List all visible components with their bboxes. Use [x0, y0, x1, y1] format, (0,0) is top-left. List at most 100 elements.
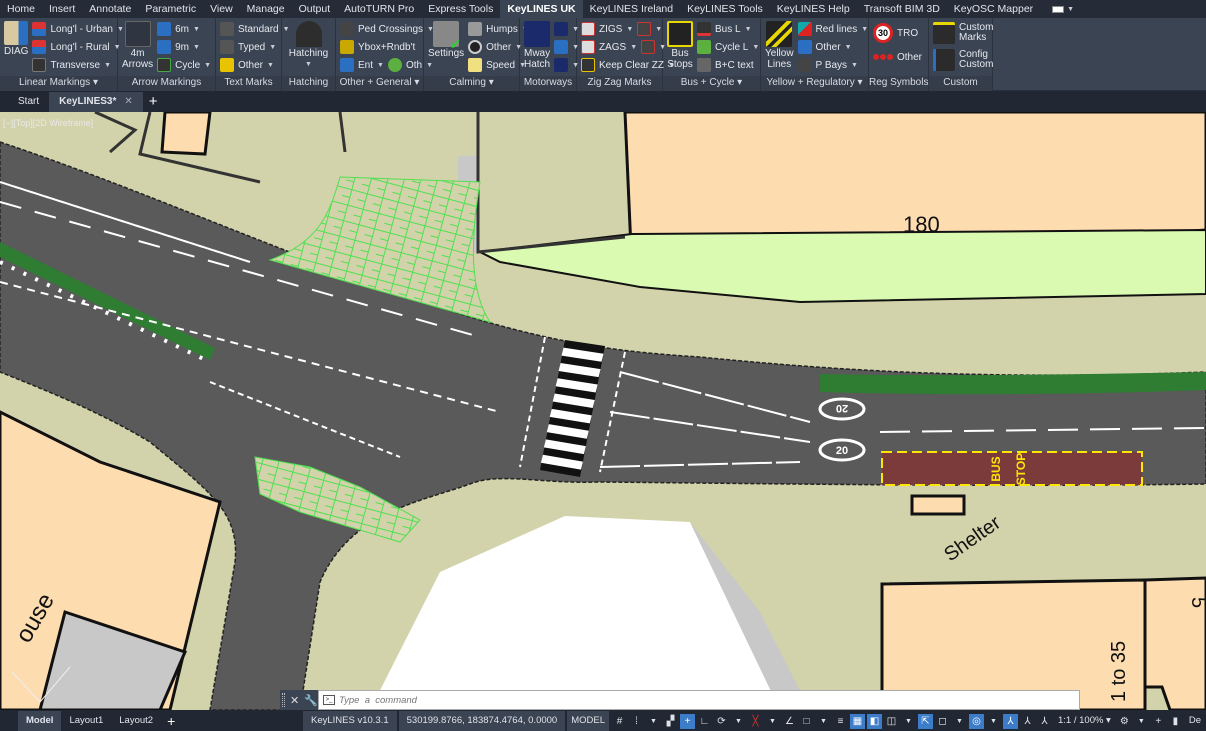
chevron-down-icon[interactable]: ▼ — [901, 714, 916, 729]
model-space-button[interactable]: MODEL — [567, 711, 609, 731]
annotation-scale-dropdown[interactable]: 1:1 / 100% ▾ — [1053, 711, 1116, 731]
selection-cycling-icon[interactable]: ◧ — [867, 713, 882, 729]
keep-clear-zz-button[interactable]: Keep Clear ZZ ▼ — [581, 57, 675, 73]
gear-icon[interactable]: ⚙ — [1117, 714, 1132, 729]
4m-arrows-button[interactable]: 4m Arrows — [122, 21, 153, 70]
polar-tracking-icon[interactable]: ⟳ — [714, 714, 729, 729]
annotation-scale-icon[interactable]: ⅄ — [1037, 714, 1052, 729]
6m-button[interactable]: 6m ▼ — [157, 21, 211, 37]
9m-button[interactable]: 9m ▼ — [157, 39, 211, 55]
transverse-button[interactable]: Transverse ▼ — [32, 57, 123, 73]
chevron-down-icon[interactable]: ▼ — [646, 714, 661, 729]
tab-keylines-uk[interactable]: KeyLINES UK — [500, 0, 583, 18]
p-bays-button[interactable]: P Bays ▼ — [797, 57, 869, 73]
tab-output[interactable]: Output — [292, 0, 338, 18]
close-icon[interactable]: ✕ — [290, 694, 299, 707]
other-text-button[interactable]: Other ▼ — [220, 57, 290, 73]
tab-autoturn-pro[interactable]: AutoTURN Pro — [337, 0, 421, 18]
ybox-rndbt-button[interactable]: Ybox+Rndb't — [340, 39, 434, 55]
command-prompt-icon[interactable]: >_ — [323, 695, 335, 705]
dynamic-input-icon[interactable]: + — [680, 713, 695, 729]
tab-manage[interactable]: Manage — [240, 0, 292, 18]
standard-text-button[interactable]: Standard ▼ — [220, 21, 290, 37]
panel-title-yellow-regulatory[interactable]: Yellow + Regulatory ▾ — [761, 76, 868, 91]
auto-scale-icon[interactable]: ⅄ — [1020, 714, 1035, 729]
gizmo-icon[interactable]: ◎ — [969, 713, 984, 729]
drag-handle-icon[interactable] — [282, 693, 285, 707]
tab-view[interactable]: View — [203, 0, 240, 18]
decimal-units-label[interactable]: De — [1184, 711, 1206, 731]
tab-layout2[interactable]: Layout2 — [111, 711, 161, 731]
infer-constraints-icon[interactable]: ▞ — [663, 714, 678, 729]
tab-active-drawing[interactable]: KeyLINES3* ✕ — [49, 92, 143, 112]
coordinates-readout[interactable]: 530199.8766, 183874.4764, 0.0000 — [398, 711, 566, 731]
yellow-lines-button[interactable]: Yellow Lines — [765, 21, 794, 70]
tro-button[interactable]: 30 TRO — [873, 21, 918, 45]
tab-home[interactable]: Home — [0, 0, 42, 18]
tab-transoft-bim-3d[interactable]: Transoft BIM 3D — [857, 0, 947, 18]
tab-insert[interactable]: Insert — [42, 0, 82, 18]
transparency-icon[interactable]: ▦ — [850, 713, 865, 729]
zags-button[interactable]: ZAGS ▼ — [581, 39, 637, 55]
typed-text-button[interactable]: Typed ▼ — [220, 39, 290, 55]
tab-keylines-ireland[interactable]: KeyLINES Ireland — [583, 0, 680, 18]
settings-button[interactable]: ✔ Settings — [428, 21, 464, 59]
chevron-down-icon[interactable]: ▼ — [952, 714, 967, 729]
mway-tool-3[interactable]: ▼ — [554, 57, 579, 73]
longl-urban-button[interactable]: Long'l - Urban ▼ — [32, 21, 124, 37]
ortho-icon[interactable]: ∟ — [697, 714, 712, 729]
mway-tool-2[interactable]: ▼ — [554, 39, 579, 55]
dynamic-ucs-icon[interactable]: ⇱ — [918, 713, 933, 729]
zigs-button[interactable]: ZIGS ▼ — [581, 21, 633, 37]
tab-model[interactable]: Model — [18, 711, 62, 731]
chevron-down-icon[interactable]: ▼ — [1134, 714, 1149, 729]
tab-keylines-help[interactable]: KeyLINES Help — [770, 0, 857, 18]
red-lines-button[interactable]: Red lines ▼ — [797, 21, 868, 37]
tab-keylines-tools[interactable]: KeyLINES Tools — [680, 0, 770, 18]
selection-filter-icon[interactable]: ◻ — [935, 714, 950, 729]
chevron-down-icon[interactable]: ▼ — [986, 714, 1001, 729]
command-input[interactable] — [339, 694, 1079, 706]
yellow-other-button[interactable]: Other ▼ — [797, 39, 869, 55]
hatching-button[interactable]: Hatching ▼ — [289, 21, 328, 70]
annotation-visibility-icon[interactable]: ⅄ — [1003, 713, 1018, 729]
config-custom-button[interactable]: Config Custom — [933, 48, 993, 72]
crosshair-plus-icon[interactable]: + — [1151, 714, 1166, 729]
ribbon-display-toggle[interactable]: ▼ — [1052, 5, 1074, 13]
bc-text-button[interactable]: B+C text — [697, 57, 759, 73]
drawing-canvas[interactable]: [−][Top][2D Wireframe] 20 20 BUS STOP Sh… — [0, 112, 1206, 710]
tab-layout1[interactable]: Layout1 — [61, 711, 111, 731]
panel-title-linear-markings[interactable]: Linear Markings ▾ — [0, 76, 117, 91]
tab-parametric[interactable]: Parametric — [138, 0, 203, 18]
cycle-lane-button[interactable]: Cycle L ▼ — [697, 39, 759, 55]
tab-keyosc-mapper[interactable]: KeyOSC Mapper — [947, 0, 1040, 18]
lineweight-icon[interactable]: ≡ — [833, 714, 848, 729]
bus-lane-button[interactable]: Bus L ▼ — [697, 21, 759, 37]
mway-tool-1[interactable]: ▼ — [554, 21, 579, 37]
add-layout-button[interactable]: + — [161, 711, 181, 731]
cycle-arrow-button[interactable]: Cycle ▼ — [157, 57, 211, 73]
tab-express-tools[interactable]: Express Tools — [421, 0, 500, 18]
units-icon[interactable]: ▮ — [1168, 714, 1183, 729]
panel-title-bus-cycle[interactable]: Bus + Cycle ▾ — [663, 76, 760, 91]
mway-hatch-button[interactable]: Mway Hatch — [524, 21, 550, 70]
panel-title-calming[interactable]: Calming ▾ — [424, 76, 519, 91]
bus-stops-button[interactable]: Bus Stops — [667, 21, 693, 70]
wrench-icon[interactable]: 🔧 — [304, 694, 318, 707]
isometric-icon[interactable]: ╳ — [748, 714, 763, 729]
tab-annotate[interactable]: Annotate — [82, 0, 138, 18]
object-snap-icon[interactable]: □ — [799, 714, 814, 729]
ent-button[interactable]: Ent ▼ — [340, 57, 384, 73]
close-icon[interactable]: ✕ — [124, 92, 132, 112]
chevron-down-icon[interactable]: ▼ — [816, 714, 831, 729]
ped-crossings-button[interactable]: Ped Crossings ▼ — [340, 21, 434, 37]
viewport-controls[interactable]: [−][Top][2D Wireframe] — [3, 118, 93, 128]
custom-marks-button[interactable]: Custom Marks — [933, 21, 993, 45]
panel-title-other-general[interactable]: Other + General ▾ — [336, 76, 423, 91]
chevron-down-icon[interactable]: ▼ — [731, 714, 746, 729]
new-tab-button[interactable]: + — [143, 92, 164, 112]
grid-icon[interactable]: # — [612, 714, 627, 729]
longl-rural-button[interactable]: Long'l - Rural ▼ — [32, 39, 123, 55]
reg-other-button[interactable]: Other — [873, 49, 922, 65]
object-snap-tracking-icon[interactable]: ∠ — [782, 714, 797, 729]
